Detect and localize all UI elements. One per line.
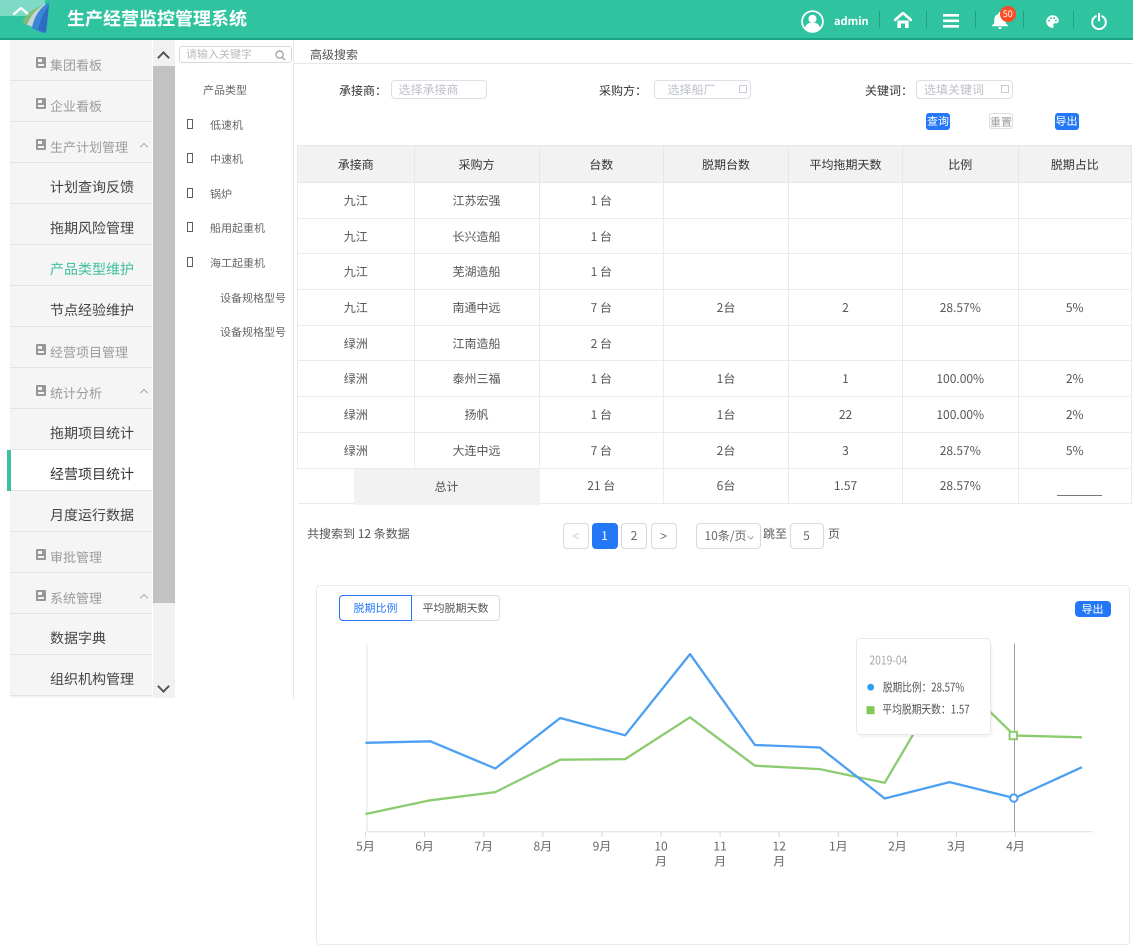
svg-text:2月: 2月 [888, 837, 907, 854]
svg-text:月: 月 [773, 852, 785, 869]
svg-text:4月: 4月 [1006, 837, 1025, 854]
svg-text:3月: 3月 [947, 837, 966, 854]
svg-text:7月: 7月 [474, 837, 493, 854]
svg-text:5月: 5月 [356, 837, 375, 854]
svg-text:月: 月 [714, 852, 726, 869]
svg-text:9月: 9月 [592, 837, 611, 854]
svg-text:8月: 8月 [533, 837, 552, 854]
svg-text:1月: 1月 [828, 837, 847, 854]
svg-text:月: 月 [654, 852, 666, 869]
svg-text:6月: 6月 [415, 837, 434, 854]
svg-text:2019-04: 2019-04 [869, 651, 907, 668]
svg-text:脱期比例：28.57%: 脱期比例：28.57% [882, 678, 963, 695]
svg-text:平均脱期天数：1.57: 平均脱期天数：1.57 [882, 700, 970, 717]
